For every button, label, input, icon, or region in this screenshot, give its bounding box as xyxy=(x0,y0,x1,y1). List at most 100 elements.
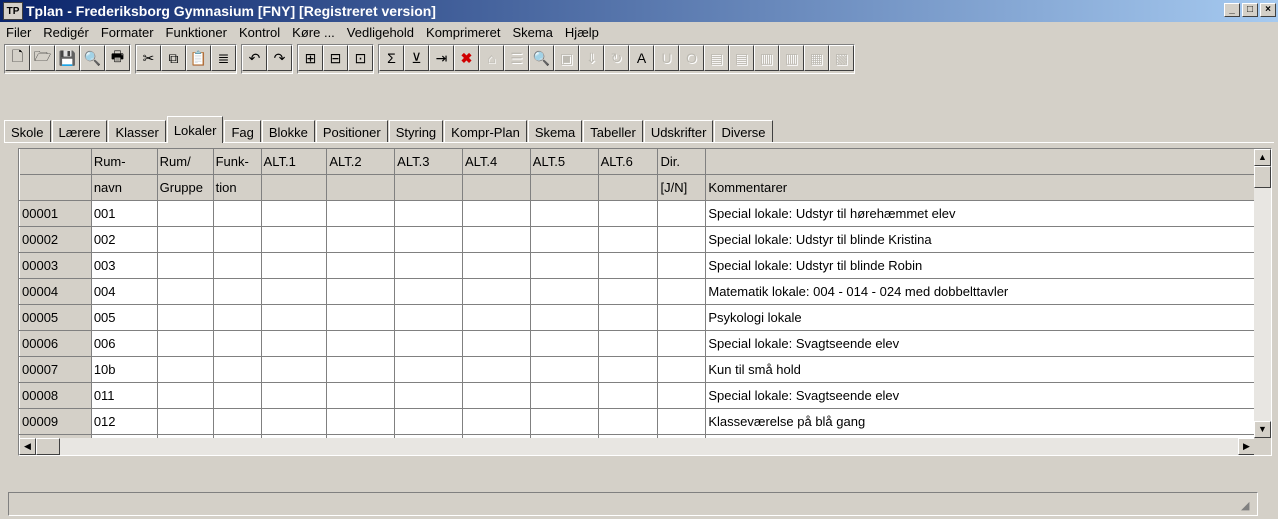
column-header[interactable]: ALT.3 xyxy=(394,149,463,175)
grid-cell[interactable] xyxy=(657,200,707,227)
download-button[interactable]: ⇓ xyxy=(579,45,604,71)
row-number[interactable]: 00002 xyxy=(19,226,92,253)
sigma-button[interactable]: Σ xyxy=(379,45,404,71)
tab-positioner[interactable]: Positioner xyxy=(315,120,388,143)
menu-item-9[interactable]: Hjælp xyxy=(559,25,605,40)
grid-cell[interactable] xyxy=(462,408,531,435)
grid-cell[interactable] xyxy=(326,356,396,383)
room-name-cell[interactable]: 10b xyxy=(91,356,158,383)
grid-cell[interactable] xyxy=(462,226,531,253)
grid-cell[interactable] xyxy=(394,382,463,409)
row-number[interactable]: 00006 xyxy=(19,330,92,357)
menu-item-8[interactable]: Skema xyxy=(506,25,558,40)
row-number[interactable]: 00004 xyxy=(19,278,92,305)
grid-cell[interactable] xyxy=(462,252,531,279)
room-name-cell[interactable]: 002 xyxy=(91,226,158,253)
column-header[interactable] xyxy=(598,174,659,201)
block-pen-button[interactable]: ▦ xyxy=(804,45,829,71)
align-button[interactable]: ≣ xyxy=(211,45,236,71)
grid-cell[interactable] xyxy=(598,200,659,227)
grid-cell[interactable] xyxy=(530,408,599,435)
comment-cell[interactable]: Special lokale: Svagtseende elev xyxy=(705,382,1271,409)
grid-cell[interactable] xyxy=(213,408,262,435)
menu-item-5[interactable]: Køre ... xyxy=(286,25,341,40)
grid-cell[interactable] xyxy=(462,278,531,305)
grid-cell[interactable] xyxy=(326,304,396,331)
column-header[interactable]: tion xyxy=(213,174,262,201)
delete-red-button[interactable]: ✖ xyxy=(454,45,479,71)
column-header[interactable]: ALT.2 xyxy=(326,149,396,175)
grid-cell[interactable] xyxy=(213,304,262,331)
grid-cell[interactable] xyxy=(213,382,262,409)
grid-cell[interactable] xyxy=(394,356,463,383)
grid-cell[interactable] xyxy=(598,226,659,253)
menu-item-6[interactable]: Vedligehold xyxy=(341,25,420,40)
comment-cell[interactable]: Psykologi lokale xyxy=(705,304,1271,331)
grid-cell[interactable] xyxy=(530,330,599,357)
grid-cell[interactable] xyxy=(326,330,396,357)
column-header[interactable] xyxy=(326,174,396,201)
row-number[interactable]: 00008 xyxy=(19,382,92,409)
column-header[interactable] xyxy=(530,174,599,201)
menu-item-7[interactable]: Komprimeret xyxy=(420,25,506,40)
grid-cell[interactable] xyxy=(261,382,328,409)
menu-item-3[interactable]: Funktioner xyxy=(160,25,233,40)
tab-lærere[interactable]: Lærere xyxy=(51,120,108,143)
scroll-right-button[interactable]: ▶ xyxy=(1238,438,1255,455)
grid-cell[interactable] xyxy=(530,278,599,305)
u-box-button[interactable]: U xyxy=(654,45,679,71)
room-name-cell[interactable]: 005 xyxy=(91,304,158,331)
grid-cell[interactable] xyxy=(598,252,659,279)
menu-item-2[interactable]: Formater xyxy=(95,25,160,40)
column-header[interactable]: Kommentarer xyxy=(705,174,1271,201)
grid-cell[interactable] xyxy=(261,330,328,357)
tab-udskrifter[interactable]: Udskrifter xyxy=(643,120,714,143)
row-number[interactable]: 00001 xyxy=(19,200,92,227)
grid-cell[interactable] xyxy=(598,408,659,435)
grid-cell[interactable] xyxy=(598,304,659,331)
grid-cell[interactable] xyxy=(157,330,214,357)
copy-button[interactable]: ⧉ xyxy=(161,45,186,71)
home-button[interactable]: ⌂ xyxy=(479,45,504,71)
hscroll-thumb[interactable] xyxy=(36,438,60,455)
grid-cell[interactable] xyxy=(530,304,599,331)
column-header[interactable]: Rum/ xyxy=(157,149,214,175)
column-header[interactable]: navn xyxy=(91,174,158,201)
room-name-cell[interactable]: 012 xyxy=(91,408,158,435)
tab-lokaler[interactable]: Lokaler xyxy=(166,116,224,143)
column-header[interactable] xyxy=(462,174,531,201)
undo-button[interactable]: ↶ xyxy=(242,45,267,71)
open-folder-button[interactable]: 🗁 xyxy=(30,45,55,71)
grid-cell[interactable] xyxy=(261,226,328,253)
column-header[interactable]: ALT.6 xyxy=(598,149,659,175)
grid-cell[interactable] xyxy=(657,382,707,409)
grid-cell[interactable] xyxy=(530,382,599,409)
tab-styring[interactable]: Styring xyxy=(388,120,444,143)
list-button[interactable]: ☰ xyxy=(504,45,529,71)
column-header[interactable]: [J/N] xyxy=(657,174,707,201)
menu-item-0[interactable]: Filer xyxy=(0,25,37,40)
column-header[interactable]: Gruppe xyxy=(157,174,214,201)
menu-item-1[interactable]: Redigér xyxy=(37,25,95,40)
room-name-cell[interactable]: 001 xyxy=(91,200,158,227)
fit-columns-button[interactable]: ⊟ xyxy=(323,45,348,71)
grid-cell[interactable] xyxy=(157,408,214,435)
grid-cell[interactable] xyxy=(326,200,396,227)
comment-cell[interactable]: Kun til små hold xyxy=(705,356,1271,383)
row-number[interactable]: 00005 xyxy=(19,304,92,331)
tab-fag[interactable]: Fag xyxy=(224,120,261,143)
a-box-button[interactable]: A xyxy=(629,45,654,71)
vertical-scrollbar[interactable]: ▲ ▼ xyxy=(1254,149,1271,438)
grid-cell[interactable] xyxy=(213,200,262,227)
grid-cell[interactable] xyxy=(394,200,463,227)
grid-cell[interactable] xyxy=(261,356,328,383)
grid-cell[interactable] xyxy=(213,278,262,305)
room-name-cell[interactable]: 003 xyxy=(91,252,158,279)
grid-cell[interactable] xyxy=(598,278,659,305)
room-name-cell[interactable]: 006 xyxy=(91,330,158,357)
grid-cell[interactable] xyxy=(530,356,599,383)
column-header[interactable]: ALT.5 xyxy=(530,149,599,175)
redo-button[interactable]: ↷ xyxy=(267,45,292,71)
comment-cell[interactable]: Special lokale: Svagtseende elev xyxy=(705,330,1271,357)
grid-cell[interactable] xyxy=(530,252,599,279)
